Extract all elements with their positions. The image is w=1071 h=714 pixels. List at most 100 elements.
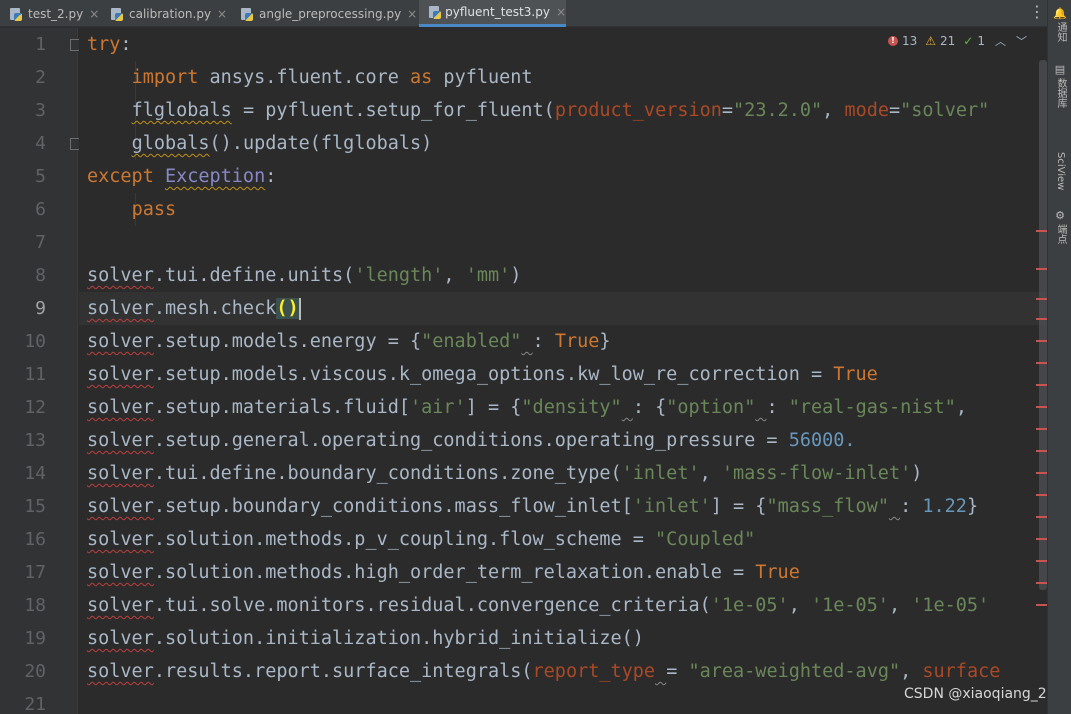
tab-angle-preprocessing[interactable]: angle_preprocessing.py ×	[231, 0, 419, 27]
line-number: 10	[24, 331, 46, 352]
code-line[interactable]: solver.mesh.check()	[87, 292, 301, 325]
error-stripe-marker[interactable]	[1036, 362, 1047, 364]
code-token: report_type	[532, 661, 656, 682]
code-line[interactable]: solver.tui.solve.monitors.residual.conve…	[87, 589, 989, 622]
code-token: solver	[87, 430, 154, 451]
code-token: solver	[87, 595, 154, 616]
error-stripe-marker[interactable]	[1036, 230, 1047, 232]
error-stripe-marker[interactable]	[1036, 450, 1047, 452]
error-stripe-marker[interactable]	[1036, 340, 1047, 342]
error-stripe-marker[interactable]	[1036, 560, 1047, 562]
next-problem-icon[interactable]: ﹀	[1016, 33, 1027, 49]
tab-label: angle_preprocessing.py	[259, 6, 402, 21]
code-token: '1e-05'	[911, 595, 990, 616]
code-line[interactable]: except Exception:	[87, 160, 276, 193]
error-stripe-marker[interactable]	[1036, 268, 1047, 270]
code-line[interactable]: solver.tui.define.units('length', 'mm')	[87, 259, 521, 292]
code-token: .setup.models.viscous.k_omega_options.kw…	[153, 364, 834, 385]
error-stripe-marker[interactable]	[1036, 406, 1047, 408]
editor-tab-bar: test_2.py × calibration.py × angle_prepr…	[0, 0, 1071, 27]
error-stripe-marker[interactable]	[1036, 298, 1047, 300]
endpoints-tool[interactable]: ⚙ 端点	[1051, 209, 1069, 245]
error-stripe-marker[interactable]	[1036, 538, 1047, 540]
code-line[interactable]: solver.results.report.surface_integrals(…	[87, 655, 1000, 688]
tab-label: pyfluent_test3.py	[445, 5, 550, 19]
code-line[interactable]: solver.tui.define.boundary_conditions.zo…	[87, 457, 922, 490]
vertical-scrollbar[interactable]	[1039, 60, 1047, 590]
code-token: :	[532, 331, 555, 352]
previous-problem-icon[interactable]: ︿	[995, 33, 1006, 49]
code-line[interactable]: solver.setup.models.energy = {"enabled" …	[87, 325, 611, 358]
line-number: 11	[24, 364, 46, 385]
error-stripe-marker[interactable]	[1036, 494, 1047, 496]
code-token: solver	[87, 628, 154, 649]
code-line[interactable]: pass	[87, 193, 177, 226]
code-editor[interactable]: ! 13 ⚠ 21 ✓ 1 ︿ ﹀ try: import ansys.flue…	[79, 28, 1047, 714]
code-line[interactable]: import ansys.fluent.core as pyfluent	[87, 61, 533, 94]
line-number-gutter[interactable]: 1 2 3 4 5 6 7 8 9 10 11 12 13 14 15 16 17 18 19 20 21	[0, 28, 82, 714]
line-number: 15	[24, 496, 46, 517]
code-token: :	[265, 166, 277, 187]
close-icon[interactable]: ×	[89, 7, 99, 21]
code-line[interactable]: try:	[87, 28, 132, 61]
close-icon[interactable]: ×	[556, 5, 566, 19]
error-stripe-marker[interactable]	[1036, 516, 1047, 518]
code-line[interactable]: flglobals = pyfluent.setup_for_fluent(pr…	[87, 94, 990, 127]
close-icon[interactable]: ×	[217, 7, 227, 21]
endpoints-icon: ⚙	[1055, 209, 1065, 222]
code-line[interactable]: solver.setup.general.operating_condition…	[87, 424, 856, 457]
code-token: .mesh.check	[153, 298, 277, 319]
code-token: "mass_flow"	[766, 496, 889, 517]
code-line[interactable]: solver.solution.methods.high_order_term_…	[87, 556, 800, 589]
line-number: 7	[35, 232, 46, 253]
line-number: 13	[24, 430, 46, 451]
code-token: ,	[788, 595, 811, 616]
weak-warning-icon: ✓	[963, 34, 974, 48]
code-token: .results.report.surface_integrals(	[153, 661, 533, 682]
line-number: 18	[24, 595, 46, 616]
code-token: .setup.boundary_conditions.mass_flow_inl…	[153, 496, 633, 517]
code-token: import	[131, 67, 199, 88]
code-token: )	[911, 463, 923, 484]
code-line[interactable]: solver.solution.initialization.hybrid_in…	[87, 622, 644, 655]
error-stripe-marker[interactable]	[1036, 582, 1047, 584]
code-line[interactable]: solver.solution.methods.p_v_coupling.flo…	[87, 523, 755, 556]
code-token: 'air'	[410, 397, 466, 418]
tab-test-2[interactable]: test_2.py ×	[0, 0, 100, 27]
code-token: "density"	[521, 397, 622, 418]
close-icon[interactable]: ×	[407, 7, 417, 21]
right-tool-strip: 🔔 通知 ▤ 数据库 SciView ⚙ 端点	[1047, 0, 1071, 714]
code-token: solver	[87, 265, 154, 286]
tab-pyfluent-test3[interactable]: pyfluent_test3.py ×	[419, 0, 566, 27]
error-stripe-marker[interactable]	[1036, 384, 1047, 386]
notifications-tool[interactable]: 🔔 通知	[1051, 8, 1069, 43]
line-number: 8	[35, 265, 46, 286]
error-stripe-marker[interactable]	[1036, 604, 1047, 606]
code-token: : {	[632, 397, 667, 418]
tab-label: test_2.py	[28, 6, 84, 21]
code-token: :	[120, 34, 132, 55]
code-token: = pyfluent.setup_for_fluent(	[231, 100, 555, 121]
inspections-widget[interactable]: ! 13 ⚠ 21 ✓ 1 ︿ ﹀	[887, 32, 1027, 50]
code-line[interactable]: globals().update(flglobals)	[87, 127, 433, 160]
code-token: solver	[87, 496, 154, 517]
error-stripe-marker[interactable]	[1036, 472, 1047, 474]
tab-calibration[interactable]: calibration.py ×	[101, 0, 231, 27]
code-token: =	[889, 100, 901, 121]
code-line[interactable]: solver.setup.materials.fluid['air'] = {"…	[87, 391, 967, 424]
code-token: .setup.models.energy = {	[153, 331, 422, 352]
error-stripe-marker[interactable]	[1036, 428, 1047, 430]
code-token: ] = {	[465, 397, 522, 418]
error-count: 13	[901, 34, 918, 48]
python-file-icon	[241, 7, 254, 21]
sciview-tool[interactable]: SciView	[1051, 152, 1069, 190]
code-line[interactable]: solver.setup.models.viscous.k_omega_opti…	[87, 358, 878, 391]
code-line[interactable]: solver.setup.boundary_conditions.mass_fl…	[87, 490, 978, 523]
error-stripe-marker[interactable]	[1036, 318, 1047, 320]
more-options-icon[interactable]: ⋮	[1029, 4, 1045, 22]
database-tool[interactable]: ▤ 数据库	[1051, 64, 1069, 109]
code-token: '1e-05'	[810, 595, 889, 616]
code-token: .tui.define.units(	[153, 265, 355, 286]
code-token: pass	[131, 199, 177, 220]
